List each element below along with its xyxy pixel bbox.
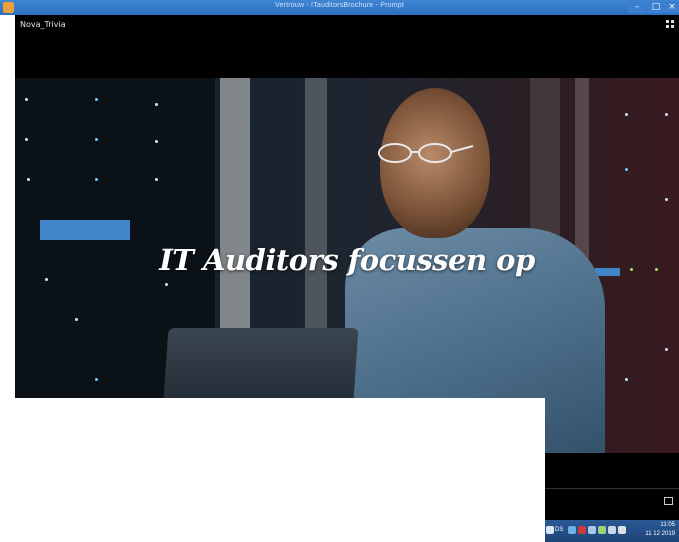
clock-date[interactable]: 11 12 2019 bbox=[645, 531, 675, 537]
window-title: Vertrouw - ITauditorsBrochure - Prompt bbox=[275, 2, 404, 9]
security-icon[interactable] bbox=[578, 526, 586, 534]
minimize-button[interactable]: – bbox=[628, 1, 646, 13]
hero-image: IT Auditors focussen op bbox=[15, 78, 679, 453]
maximize-button[interactable]: □ bbox=[647, 1, 665, 13]
volume-icon[interactable] bbox=[608, 526, 616, 534]
network-icon[interactable] bbox=[568, 526, 576, 534]
tray-app-icon[interactable] bbox=[546, 526, 554, 534]
window-titlebar[interactable]: Vertrouw - ITauditorsBrochure - Prompt –… bbox=[0, 0, 679, 15]
flag-icon[interactable] bbox=[618, 526, 626, 534]
taskbar-tray: DS 11:05 11 12 2019 bbox=[545, 520, 679, 542]
sync-icon[interactable] bbox=[598, 526, 606, 534]
grid-icon[interactable] bbox=[666, 20, 674, 28]
light-stripe bbox=[220, 78, 250, 338]
cloud-icon[interactable] bbox=[588, 526, 596, 534]
rack-panel bbox=[40, 220, 130, 240]
hero-heading: IT Auditors focussen op bbox=[159, 243, 535, 277]
slide-icon[interactable] bbox=[664, 497, 673, 505]
glasses-graphic bbox=[378, 143, 474, 163]
language-indicator[interactable]: DS bbox=[555, 527, 563, 533]
clock-time[interactable]: 11:05 bbox=[660, 522, 675, 528]
blank-overlay bbox=[0, 398, 545, 542]
close-button[interactable]: × bbox=[665, 1, 679, 13]
app-header-label: Nova_Trivia bbox=[20, 20, 66, 29]
